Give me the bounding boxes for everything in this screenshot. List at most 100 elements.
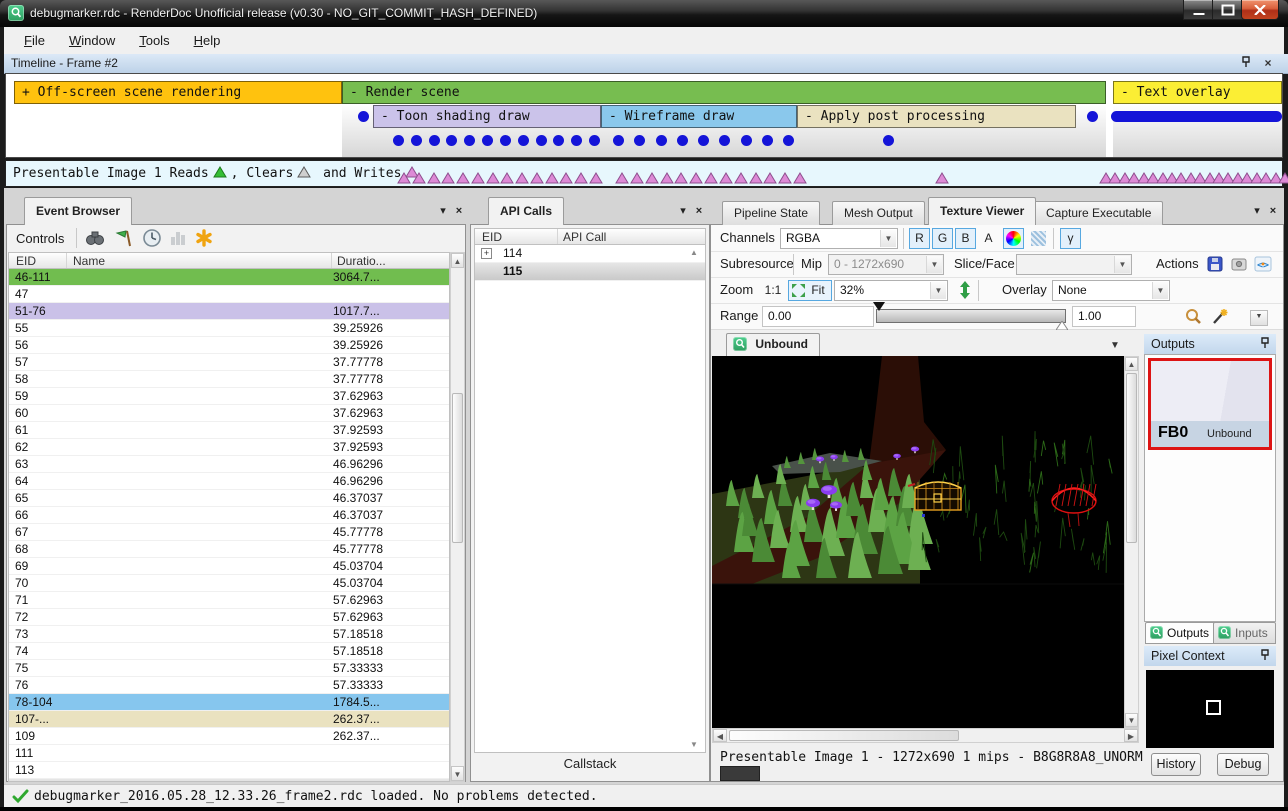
range-slider[interactable] — [876, 309, 1066, 323]
event-row[interactable]: 46-111−Render scene3064.7... — [9, 269, 449, 286]
timeline-bar[interactable]: - Apply post processing — [797, 105, 1076, 128]
event-row[interactable]: 58vkCmdDrawIndexed(120,1)37.77778 — [9, 371, 449, 388]
autofit-range-button[interactable] — [1182, 306, 1204, 327]
overlay-select[interactable]: None▼ — [1052, 280, 1170, 301]
range-white-handle[interactable] — [1056, 321, 1068, 330]
event-row[interactable]: 57Draw "rocks"37.77778 — [9, 354, 449, 371]
debug-button[interactable]: Debug — [1217, 753, 1269, 776]
api-calls-close-icon[interactable]: × — [692, 204, 706, 218]
scroll-right-icon[interactable]: ▶ — [1124, 729, 1138, 742]
channel-a-button[interactable]: A — [978, 228, 999, 249]
open-image-button[interactable] — [1228, 254, 1250, 275]
col-duration[interactable]: Duratio... — [337, 254, 386, 268]
output-thumbnail-fb0[interactable]: FB0 Unbound — [1148, 358, 1272, 450]
close-button[interactable] — [1241, 0, 1279, 20]
menu-item[interactable]: File — [12, 27, 57, 48]
event-row[interactable]: 75Draw ""57.33333 — [9, 660, 449, 677]
texture-group-tab[interactable]: Capture Executable — [1034, 201, 1163, 225]
api-scroll-up-icon[interactable]: ▲ — [690, 248, 698, 257]
view-code-button[interactable]: <> — [1252, 254, 1274, 275]
gamma-button[interactable]: γ — [1060, 228, 1081, 249]
history-button[interactable]: History — [1151, 753, 1201, 776]
zoom-fit-button[interactable]: Fit — [788, 280, 832, 301]
jump-to-event-button[interactable] — [114, 228, 134, 251]
timeline-bar[interactable]: + Off-screen scene rendering — [14, 81, 342, 104]
pin-icon[interactable] — [1239, 56, 1253, 70]
range-min-input[interactable]: 0.00 — [762, 306, 874, 327]
timeline-bar[interactable]: - Text overlay — [1113, 81, 1282, 104]
api-calls-rows[interactable]: +114vkQueueSubmit115=> vkQueueSubmit(1)[… — [474, 245, 706, 753]
texture-image[interactable] — [712, 356, 1124, 728]
color-wheel-button[interactable] — [1003, 228, 1024, 249]
zoom-1-1-button[interactable]: 1:1 — [760, 280, 786, 301]
bookmark-button[interactable] — [194, 228, 214, 251]
col-name[interactable]: Name — [73, 254, 105, 268]
scroll-up-icon[interactable]: ▲ — [451, 253, 464, 268]
zoom-level-select[interactable]: 32%▼ — [834, 280, 948, 301]
col-eid[interactable]: EID — [16, 254, 36, 268]
event-row[interactable]: 65Draw "blue mushroom caps"46.37037 — [9, 490, 449, 507]
event-row[interactable]: 74vkCmdDrawIndexed(138,1)57.18518 — [9, 643, 449, 660]
menu-item[interactable]: Help — [182, 27, 233, 48]
event-row[interactable]: 115=> vkQueueSubmit(1)[0]: vkBeginComman… — [9, 779, 449, 782]
range-max-input[interactable]: 1.00 — [1072, 306, 1136, 327]
event-row[interactable]: 63Draw "mushroom stems"46.96296 — [9, 456, 449, 473]
menu-item[interactable]: Window — [57, 27, 127, 48]
texture-viewer-close-icon[interactable]: × — [1266, 204, 1280, 218]
texture-viewer-menu-icon[interactable]: ▾ — [1250, 204, 1264, 218]
api-scroll-down-icon[interactable]: ▼ — [690, 740, 698, 749]
event-browser-rows[interactable]: 46-111−Render scene3064.7...47vkCmdBegin… — [8, 269, 450, 782]
scroll-left-icon[interactable]: ◀ — [713, 729, 727, 742]
statistics-button[interactable] — [168, 228, 188, 251]
event-row[interactable]: 70vkCmdDrawIndexed(516,1)45.03704 — [9, 575, 449, 592]
scrollbar-thumb[interactable] — [1126, 373, 1137, 543]
api-table-header[interactable]: EID API Call — [474, 228, 706, 245]
event-row[interactable]: 66vkCmdDrawIndexed(2193,1)46.37037 — [9, 507, 449, 524]
api-call-row[interactable]: 115=> vkQueueSubmit(1)[... — [475, 263, 705, 281]
timeline-bar[interactable]: - Toon shading draw — [373, 105, 601, 128]
event-row[interactable]: 113=> vkQueueSubmit(2)[1]: vkEndCommandB… — [9, 762, 449, 779]
event-row[interactable]: 71Draw "chest box"57.62963 — [9, 592, 449, 609]
mip-select[interactable]: 0 - 1272x690▼ — [828, 254, 944, 275]
auto-range-button[interactable] — [1208, 306, 1230, 327]
event-row[interactable]: 68vkCmdDrawIndexed(1677,1)45.77778 — [9, 541, 449, 558]
slice-face-select[interactable]: ▼ — [1016, 254, 1132, 275]
timeline-bar[interactable]: - Render scene — [342, 81, 1106, 104]
event-row[interactable]: 107-...−Apply post processing262.37... — [9, 711, 449, 728]
channel-b-button[interactable]: B — [955, 228, 976, 249]
save-texture-button[interactable] — [1204, 254, 1226, 275]
channel-r-button[interactable]: R — [909, 228, 930, 249]
maximize-button[interactable] — [1212, 0, 1243, 20]
title-bar[interactable]: debugmarker.rdc - RenderDoc Unofficial r… — [0, 0, 1288, 27]
range-black-handle[interactable] — [873, 302, 885, 311]
tab-inputs[interactable]: Inputs — [1213, 622, 1276, 644]
event-browser-scrollbar[interactable]: ▲ ▼ — [450, 252, 465, 782]
timeline-close-icon[interactable]: × — [1261, 56, 1275, 70]
event-row[interactable]: 69Draw "grass blades"45.03704 — [9, 558, 449, 575]
texture-tab-unbound[interactable]: Unbound — [726, 333, 820, 356]
toolbar-overflow-button[interactable]: ▼ — [1250, 310, 1268, 326]
scroll-down-icon[interactable]: ▼ — [451, 766, 464, 781]
event-row[interactable]: 55Draw "hill"39.25926 — [9, 320, 449, 337]
texture-group-tab[interactable]: Mesh Output — [832, 201, 925, 225]
event-row[interactable]: 109vkCmdDraw(4,1)262.37... — [9, 728, 449, 745]
event-row[interactable]: 47vkCmdBeginRenderPass(C=Clear, D=Clear,… — [9, 286, 449, 303]
tab-event-browser[interactable]: Event Browser — [24, 197, 132, 225]
event-row[interactable]: 111vkCmdEndRenderPass(C=Store, D=Store, … — [9, 745, 449, 762]
event-row[interactable]: 76vkCmdDrawIndexed(1098,1)57.33333 — [9, 677, 449, 694]
viewport-hscrollbar[interactable]: ◀ ▶ — [712, 728, 1139, 743]
channels-select[interactable]: RGBA▼ — [780, 228, 898, 249]
tree-expander-icon[interactable]: + — [481, 248, 492, 259]
callstack-label[interactable]: Callstack — [470, 756, 710, 771]
viewport-vscrollbar[interactable]: ▲ ▼ — [1124, 356, 1139, 728]
tab-outputs[interactable]: Outputs — [1145, 622, 1217, 644]
time-durations-button[interactable] — [142, 228, 162, 251]
event-row[interactable]: 62vkCmdDrawIndexed(342,1)37.92593 — [9, 439, 449, 456]
event-row[interactable]: 67Draw "red mushroom caps"45.77778 — [9, 524, 449, 541]
channel-g-button[interactable]: G — [932, 228, 953, 249]
flip-y-button[interactable] — [954, 280, 976, 301]
find-event-button[interactable] — [84, 228, 106, 251]
api-call-row[interactable]: +114vkQueueSubmit — [475, 245, 705, 263]
event-row[interactable]: 59Draw "cave"37.62963 — [9, 388, 449, 405]
pin-icon[interactable] — [1258, 337, 1272, 351]
